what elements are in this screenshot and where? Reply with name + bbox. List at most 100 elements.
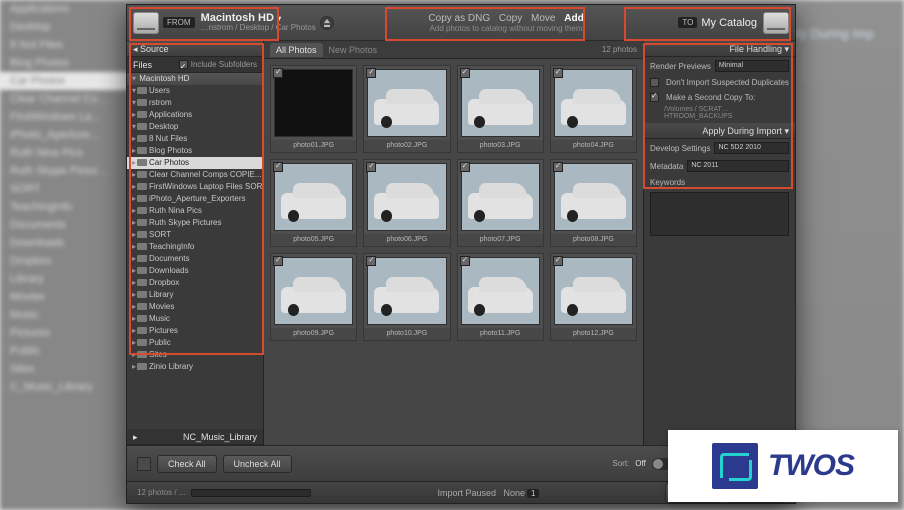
thumbnail-cell[interactable]: photo06.JPG: [363, 159, 450, 247]
thumbnail-cell[interactable]: photo08.JPG: [550, 159, 637, 247]
tree-folder[interactable]: ▸TeachingInfo: [127, 241, 263, 253]
thumb-checkbox[interactable]: [273, 68, 283, 78]
tree-folder[interactable]: ▸Ruth Nina Pics: [127, 205, 263, 217]
file-handling-header[interactable]: File Handling ▾: [644, 41, 795, 57]
tree-folder[interactable]: ▸Ruth Skype Pictures: [127, 217, 263, 229]
thumb-filename: photo11.JPG: [458, 328, 543, 340]
thumb-filename: photo05.JPG: [271, 234, 356, 246]
tab-all-photos[interactable]: All Photos: [270, 43, 323, 57]
tree-user[interactable]: ▾rstrom: [127, 97, 263, 109]
second-copy-label: Make a Second Copy To:: [666, 93, 755, 102]
tree-folder[interactable]: ▸Music: [127, 313, 263, 325]
tree-folder[interactable]: ▸Sites: [127, 349, 263, 361]
thumbnail-cell[interactable]: photo09.JPG: [270, 253, 357, 341]
tree-folder[interactable]: ▾Desktop: [127, 121, 263, 133]
progress-bar: [191, 489, 311, 497]
thumb-image: [554, 257, 633, 325]
destination-drive-icon[interactable]: [763, 12, 789, 34]
thumbnail-cell[interactable]: photo04.JPG: [550, 65, 637, 153]
render-previews-label: Render Previews: [650, 62, 711, 71]
thumb-checkbox[interactable]: [366, 68, 376, 78]
thumb-checkbox[interactable]: [273, 162, 283, 172]
sort-value[interactable]: Off: [635, 459, 646, 468]
thumb-checkbox[interactable]: [460, 162, 470, 172]
thumb-checkbox[interactable]: [460, 68, 470, 78]
check-all-button[interactable]: Check All: [157, 455, 217, 473]
no-duplicates-checkbox[interactable]: [650, 78, 659, 87]
thumbnail-cell[interactable]: photo07.JPG: [457, 159, 544, 247]
thumbnail-grid[interactable]: photo01.JPG photo02.JPG photo03.JPGphoto04…: [264, 59, 643, 445]
master-checkbox[interactable]: [137, 457, 151, 471]
tree-folder[interactable]: ▸SORT: [127, 229, 263, 241]
include-subfolders-label: Include Subfolders: [191, 60, 257, 69]
thumbnail-cell[interactable]: photo05.JPG: [270, 159, 357, 247]
tree-folder[interactable]: ▸Applications: [127, 109, 263, 121]
nc-library-row[interactable]: ▸ NC_Music_Library: [127, 429, 263, 445]
tab-new-photos[interactable]: New Photos: [323, 43, 384, 57]
tree-folder[interactable]: ▸Blog Photos: [127, 145, 263, 157]
thumb-checkbox[interactable]: [366, 256, 376, 266]
source-header[interactable]: ◂ Source: [127, 41, 263, 57]
thumb-image: [461, 257, 540, 325]
thumb-checkbox[interactable]: [273, 256, 283, 266]
uncheck-all-button[interactable]: Uncheck All: [223, 455, 292, 473]
thumb-image: [367, 69, 446, 137]
thumb-image: [554, 69, 633, 137]
thumbnail-cell[interactable]: photo02.JPG: [363, 65, 450, 153]
eject-icon[interactable]: [320, 16, 334, 30]
source-drive-icon[interactable]: [133, 12, 159, 34]
thumb-checkbox[interactable]: [460, 256, 470, 266]
tree-users[interactable]: ▾Users: [127, 85, 263, 97]
right-panel: File Handling ▾ Render Previews Minimal …: [643, 41, 795, 445]
metadata-select[interactable]: NC 2011: [687, 160, 789, 172]
preview-panel: All Photos New Photos 12 photos photo01.…: [264, 41, 643, 445]
copy-as-dng-tab[interactable]: Copy as DNG: [425, 13, 493, 24]
keywords-label: Keywords: [650, 178, 685, 187]
thumb-checkbox[interactable]: [553, 68, 563, 78]
thumb-checkbox[interactable]: [553, 256, 563, 266]
thumbnail-cell[interactable]: photo10.JPG: [363, 253, 450, 341]
render-previews-select[interactable]: Minimal: [715, 60, 789, 72]
tree-folder[interactable]: ▸Pictures: [127, 325, 263, 337]
thumb-image: [367, 163, 446, 231]
thumbnail-cell[interactable]: photo01.JPG: [270, 65, 357, 153]
develop-settings-select[interactable]: NC 5D2 2010: [714, 142, 789, 154]
tree-folder[interactable]: ▸FirstWindows Laptop Files SORT: [127, 181, 263, 193]
source-info[interactable]: Macintosh HD ▾ …nstrom / Desktop / Car P…: [201, 12, 316, 33]
destination-title[interactable]: My Catalog: [701, 17, 757, 29]
top-bar: FROM Macintosh HD ▾ …nstrom / Desktop / …: [127, 5, 795, 41]
move-tab[interactable]: Move: [528, 13, 558, 24]
files-label: Files: [133, 57, 152, 73]
tree-folder[interactable]: ▸Dropbox: [127, 277, 263, 289]
to-badge: TO: [678, 17, 697, 28]
copy-tab[interactable]: Copy: [496, 13, 525, 24]
add-tab[interactable]: Add: [561, 13, 586, 24]
thumb-checkbox[interactable]: [366, 162, 376, 172]
tree-folder[interactable]: ▸Movies: [127, 301, 263, 313]
tree-folder[interactable]: ▸Zinio Library: [127, 361, 263, 373]
tree-folder[interactable]: ▸Downloads: [127, 265, 263, 277]
thumbnail-cell[interactable]: photo12.JPG: [550, 253, 637, 341]
thumbnail-cell[interactable]: photo11.JPG: [457, 253, 544, 341]
tree-folder[interactable]: ▸Car Photos: [127, 157, 263, 169]
keywords-input[interactable]: [650, 192, 789, 236]
tree-folder[interactable]: ▸Clear Channel Comps COPIE...: [127, 169, 263, 181]
tree-folder[interactable]: ▸iPhoto_Aperture_Exporters: [127, 193, 263, 205]
brand-logo-icon: [712, 443, 758, 489]
tree-folder[interactable]: ▸Public: [127, 337, 263, 349]
tree-folder[interactable]: ▸Documents: [127, 253, 263, 265]
tree-folder[interactable]: ▸Library: [127, 289, 263, 301]
folder-tree[interactable]: ▾ Macintosh HD▾Users▾rstrom▸Applications…: [127, 73, 263, 429]
thumbnail-cell[interactable]: photo03.JPG: [457, 65, 544, 153]
photo-count: 12 photos: [602, 45, 637, 54]
second-copy-path: /Volumes / SCRAT… HTROOM_BACKUPS: [650, 106, 789, 120]
tree-device[interactable]: ▾ Macintosh HD: [127, 73, 263, 85]
apply-during-import-header[interactable]: Apply During Import ▾: [644, 123, 795, 139]
second-copy-checkbox[interactable]: [650, 93, 659, 102]
thumb-filename: photo10.JPG: [364, 328, 449, 340]
include-subfolders-checkbox[interactable]: [179, 60, 188, 69]
thumb-filename: photo02.JPG: [364, 140, 449, 152]
thumb-checkbox[interactable]: [553, 162, 563, 172]
from-badge: FROM: [163, 17, 195, 28]
tree-folder[interactable]: ▸8 Nut Files: [127, 133, 263, 145]
